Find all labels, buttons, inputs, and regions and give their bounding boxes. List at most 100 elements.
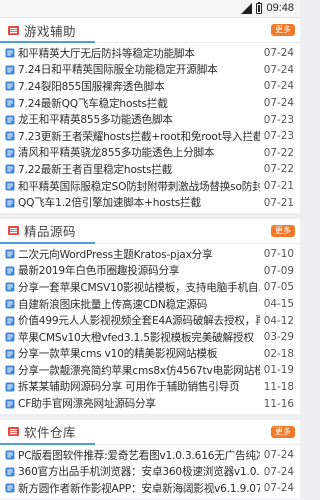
article-list-item[interactable]: 7.24最新QQ飞车稳定hosts拦截 07-24 — [0, 95, 300, 112]
article-list-item[interactable]: 360官方出品手机浏览器：安卓360极速浏览器v1.0.1… 07-24 — [0, 463, 300, 480]
article-list: 二次元向WordPress主题Kratos-pjax分享 07-10 最新2019年… — [0, 244, 300, 414]
article-list-item[interactable]: 和平精英大厅无后防抖等稳定功能脚本 07-24 — [0, 45, 300, 62]
section-game-assist: 游戏辅助 更多 和平精英大厅无后防抖等稳定功能脚本 07-24 7.24日和平精英国… — [0, 18, 300, 213]
article-list-item[interactable]: QQ飞车1.2倍引擎加速脚本+hosts拦截 07-21 — [0, 194, 300, 211]
article-title-link[interactable]: 苹果CMSv10大橙vfed3.1.5影视模板完美破解授权 — [18, 330, 260, 345]
article-date: 07-24 — [263, 465, 294, 478]
article-title-link[interactable]: 分享一套苹果CMSV10影视站模板，支持电脑手机自… — [18, 280, 260, 295]
article-title-link[interactable]: 最新2019年白色币圈趣投源码分享 — [18, 263, 260, 278]
article-title-link[interactable]: 价值499元人人影视视频全套E4A源码破解去授权，再… — [18, 313, 260, 328]
more-button[interactable]: 更多 — [271, 224, 295, 237]
document-icon — [5, 65, 15, 75]
document-icon — [5, 115, 15, 125]
article-date: 07-24 — [263, 482, 294, 495]
article-list-item[interactable]: 价值499元人人影视视频全套E4A源码破解去授权，再… 04-12 — [0, 312, 300, 329]
article-list-item[interactable]: 分享一款靓漂亮简约苹果cms8x仿4567tv电影网站模板 01-19 — [0, 362, 300, 379]
article-title-link[interactable]: 龙王和平精英855多功能透色脚本 — [18, 112, 260, 127]
article-date: 07-10 — [263, 248, 294, 261]
section-source-code: 精品源码 更多 二次元向WordPress主题Kratos-pjax分享 07-1… — [0, 218, 300, 414]
article-list-item[interactable]: 7.24裂阳855国服裸奔透色脚本 07-24 — [0, 78, 300, 95]
section-title: 游戏辅助 — [24, 23, 77, 39]
document-icon — [5, 48, 15, 58]
more-button[interactable]: 更多 — [271, 425, 295, 438]
section-header: 精品源码 更多 — [0, 219, 300, 244]
document-icon — [5, 266, 15, 276]
article-title-link[interactable]: 拆某某辅助网源码分享 可用作于辅助销售引导页 — [18, 379, 260, 394]
article-title-link[interactable]: 7.23更新王者荣耀hosts拦截+root和免root导入拦截… — [18, 129, 260, 144]
document-icon — [5, 349, 15, 359]
article-date: 07-24 — [263, 97, 294, 110]
article-date: 03-29 — [263, 331, 294, 344]
more-button[interactable]: 更多 — [271, 24, 295, 36]
article-title-link[interactable]: PC版看图软件推荐:爱奇艺看图v1.0.3.616无广告纯净版 — [18, 448, 260, 463]
article-list-item[interactable]: 苹果CMSv10大橙vfed3.1.5影视模板完美破解授权 03-29 — [0, 329, 300, 346]
article-title-link[interactable]: 360官方出品手机浏览器：安卓360极速浏览器v1.0.1… — [18, 464, 260, 479]
article-date: 11-18 — [263, 380, 294, 393]
article-date: 02-18 — [263, 347, 294, 360]
article-title-link[interactable]: QQ飞车1.2倍引擎加速脚本+hosts拦截 — [18, 195, 260, 210]
list-icon — [8, 225, 19, 236]
document-icon — [5, 332, 15, 342]
document-icon — [5, 249, 15, 259]
document-icon — [5, 198, 15, 208]
article-list-item[interactable]: 7.23更新王者荣耀hosts拦截+root和免root导入拦截… 07-23 — [0, 128, 300, 145]
document-icon — [5, 299, 15, 309]
article-title-link[interactable]: 和平精英国际服稳定SO防封附带刺激战场替换so防封… — [18, 179, 260, 194]
section-title: 精品源码 — [24, 224, 77, 240]
article-date: 07-24 — [263, 63, 294, 76]
article-list-item[interactable]: 分享一款苹果cms v10的精美影视网站模板 02-18 — [0, 346, 300, 363]
article-title-link[interactable]: 7.24日和平精英国际服全功能稳定开源脚本 — [18, 62, 260, 77]
document-icon — [5, 148, 15, 158]
document-icon — [5, 81, 15, 91]
article-title-link[interactable]: 7.22最新王者百里稳定hosts拦截 — [18, 162, 260, 177]
article-list: 和平精英大厅无后防抖等稳定功能脚本 07-24 7.24日和平精英国际服全功能稳定开… — [0, 43, 300, 213]
article-list-item[interactable]: CF助手官网漂亮网址源码分享 11-16 — [0, 395, 300, 412]
article-date: 07-24 — [263, 449, 294, 462]
article-title-link[interactable]: CF助手官网漂亮网址源码分享 — [18, 396, 260, 411]
article-list-item[interactable]: 分享一套苹果CMSV10影视站模板，支持电脑手机自… 07-05 — [0, 279, 300, 296]
document-icon — [5, 382, 15, 392]
article-list: PC版看图软件推荐:爱奇艺看图v1.0.3.616无广告纯净版 07-24 360官… — [0, 445, 300, 499]
article-list-item[interactable]: 新方圆作者新作影视APP：安卓新海阔影视v6.1.9.072… 07-24 — [0, 480, 300, 497]
article-list-item[interactable]: PC版看图软件推荐:爱奇艺看图v1.0.3.616无广告纯净版 07-24 — [0, 447, 300, 464]
article-title-link[interactable]: 分享一款靓漂亮简约苹果cms8x仿4567tv电影网站模板 — [18, 363, 260, 378]
document-icon — [5, 98, 15, 108]
article-date: 07-21 — [263, 180, 294, 193]
article-list-item[interactable]: 7.24日和平精英国际服全功能稳定开源脚本 07-24 — [0, 62, 300, 79]
document-icon — [5, 164, 15, 174]
article-date: 07-05 — [263, 281, 294, 294]
article-date: 04-12 — [263, 314, 294, 327]
document-icon — [5, 316, 15, 326]
article-title-link[interactable]: 和平精英大厅无后防抖等稳定功能脚本 — [18, 46, 260, 61]
article-date: 07-22 — [263, 146, 294, 159]
article-date: 07-23 — [263, 130, 294, 143]
document-icon — [5, 399, 15, 409]
article-title-link[interactable]: 7.24最新QQ飞车稳定hosts拦截 — [18, 96, 260, 111]
status-bar: 09:48 — [0, 0, 300, 18]
system-tray: 09:48 — [241, 1, 294, 14]
article-list-item[interactable]: 最新2019年白色币圈趣投源码分享 07-09 — [0, 263, 300, 280]
article-title-link[interactable]: 清风和平精英骁龙855多功能透色上分脚本 — [18, 145, 260, 160]
document-icon — [5, 483, 15, 493]
list-icon — [8, 426, 19, 437]
article-title-link[interactable]: 7.24裂阳855国服裸奔透色脚本 — [18, 79, 260, 94]
article-list-item[interactable]: 7.22最新王者百里稳定hosts拦截 07-22 — [0, 161, 300, 178]
article-list-item[interactable]: 自建新浪图床批量上传高速CDN稳定源码 04-15 — [0, 296, 300, 313]
section-title: 软件仓库 — [24, 425, 77, 441]
article-date: 07-09 — [263, 264, 294, 277]
document-icon — [5, 365, 15, 375]
document-icon — [5, 131, 15, 141]
document-icon — [5, 282, 15, 292]
article-list-item[interactable]: 二次元向WordPress主题Kratos-pjax分享 07-10 — [0, 246, 300, 263]
article-list-item[interactable]: 和平精英国际服稳定SO防封附带刺激战场替换so防封… 07-21 — [0, 178, 300, 195]
article-title-link[interactable]: 二次元向WordPress主题Kratos-pjax分享 — [18, 247, 260, 262]
article-list-item[interactable]: 龙王和平精英855多功能透色脚本 07-23 — [0, 111, 300, 128]
document-icon — [5, 467, 15, 477]
article-list-item[interactable]: 拆某某辅助网源码分享 可用作于辅助销售引导页 11-18 — [0, 379, 300, 396]
article-title-link[interactable]: 自建新浪图床批量上传高速CDN稳定源码 — [18, 297, 260, 312]
article-date: 07-24 — [263, 47, 294, 60]
article-title-link[interactable]: 新方圆作者新作影视APP：安卓新海阔影视v6.1.9.072… — [18, 481, 260, 496]
article-date: 07-23 — [263, 113, 294, 126]
article-title-link[interactable]: 分享一款苹果cms v10的精美影视网站模板 — [18, 346, 260, 361]
article-list-item[interactable]: 清风和平精英骁龙855多功能透色上分脚本 07-22 — [0, 145, 300, 162]
